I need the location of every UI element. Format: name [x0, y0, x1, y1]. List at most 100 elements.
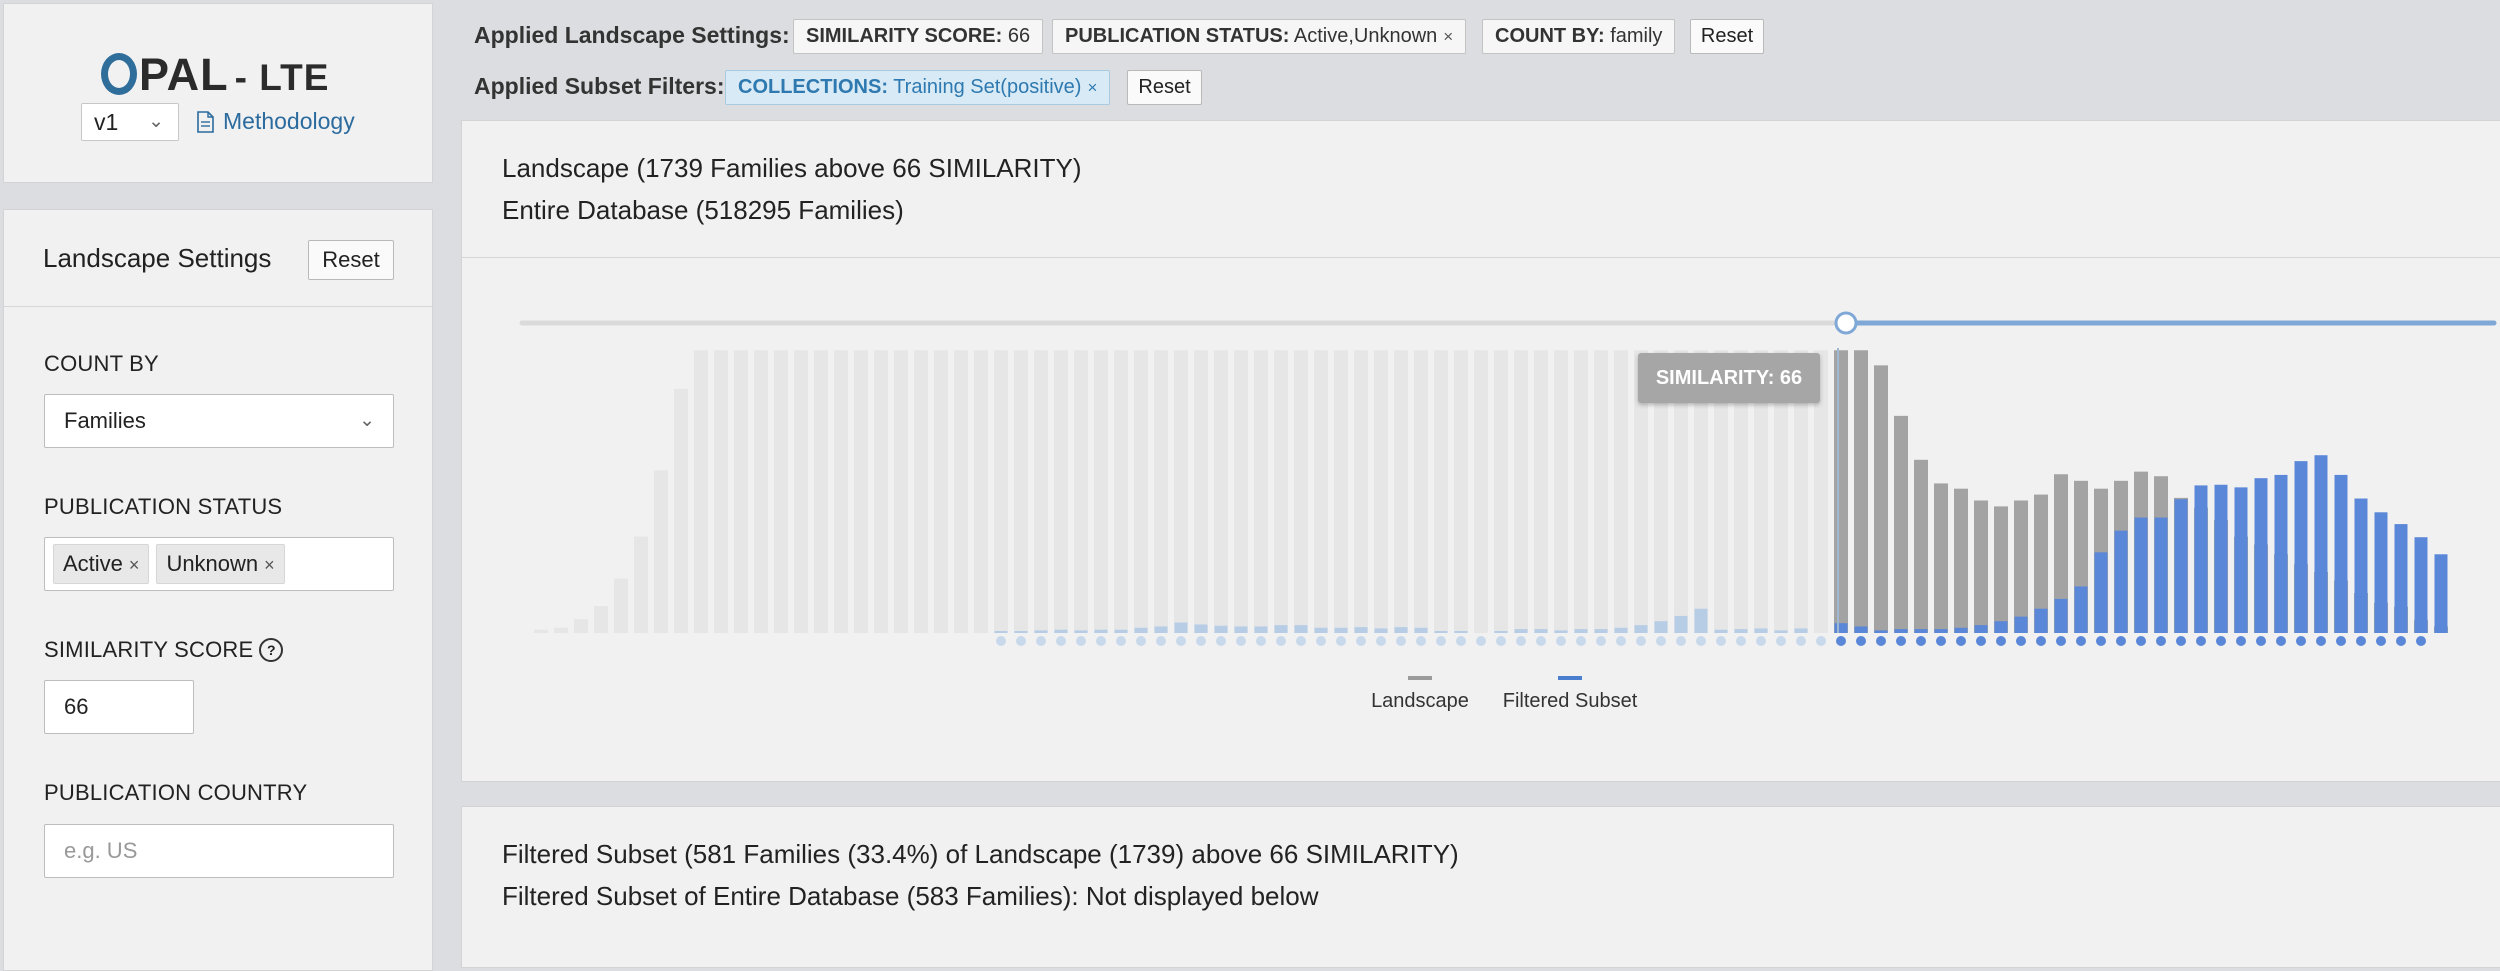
landscape-bar [1334, 350, 1348, 633]
subset-bar [2054, 598, 2068, 633]
subset-dot [1636, 636, 1646, 646]
subset-bar [2434, 554, 2448, 633]
subset-bar [1454, 631, 1468, 633]
subset-bar [1294, 625, 1308, 633]
subset-dot [1016, 636, 1026, 646]
subset-dot [1976, 636, 1986, 646]
subset-dot [2236, 636, 2246, 646]
landscape-bar [1234, 350, 1248, 633]
subset-bar [2094, 552, 2108, 633]
subset-bar [1194, 624, 1208, 633]
landscape-bar [1274, 350, 1288, 633]
subset-bar [1774, 630, 1788, 633]
subset-bar [1314, 627, 1328, 633]
subset-dot [1676, 636, 1686, 646]
subset-bar [1554, 630, 1568, 633]
subset-bar [1114, 629, 1128, 633]
landscape-bar [554, 627, 568, 633]
landscape-bar [2014, 500, 2028, 633]
subset-dot [2036, 636, 2046, 646]
landscape-bar [674, 388, 688, 633]
subset-dot [1596, 636, 1606, 646]
subset-bar [1994, 621, 2008, 633]
subset-bar [1394, 627, 1408, 633]
subset-dot [2076, 636, 2086, 646]
subset-bar [2294, 461, 2308, 633]
landscape-bar [1414, 350, 1428, 633]
landscape-bar [1114, 350, 1128, 633]
subset-bar [2394, 524, 2408, 633]
landscape-bar [1554, 350, 1568, 633]
legend-swatch [1558, 676, 1582, 680]
legend-swatch [1408, 676, 1432, 680]
subset-bar [1954, 627, 1968, 633]
landscape-bar [994, 350, 1008, 633]
subset-bar [1874, 630, 1888, 633]
subset-dot [2296, 636, 2306, 646]
similarity-histogram [519, 311, 2497, 646]
landscape-bar [694, 350, 708, 633]
landscape-bar [1974, 500, 1988, 633]
subset-dot [1076, 636, 1086, 646]
subset-dot [1696, 636, 1706, 646]
subset-dot [1896, 636, 1906, 646]
subset-bar [2174, 499, 2188, 633]
landscape-bar [1294, 350, 1308, 633]
subset-bar [1214, 625, 1228, 633]
subset-dot [2376, 636, 2386, 646]
subset-dot [1756, 636, 1766, 646]
subset-dot [1356, 636, 1366, 646]
subset-dot [2416, 636, 2426, 646]
landscape-bar [794, 350, 808, 633]
subset-dot [1376, 636, 1386, 646]
legend-item-filtered-subset[interactable]: Filtered Subset [1490, 676, 1650, 713]
subset-dot [2096, 636, 2106, 646]
landscape-bar [594, 606, 608, 633]
landscape-bar [1894, 415, 1908, 633]
subset-dot [2336, 636, 2346, 646]
subset-bar [1754, 628, 1768, 633]
legend-item-landscape[interactable]: Landscape [1370, 676, 1470, 713]
landscape-bar [534, 629, 548, 633]
subset-bar [1174, 622, 1188, 633]
subset-bar [2014, 616, 2028, 633]
subset-dot [1136, 636, 1146, 646]
landscape-bar [934, 350, 948, 633]
subset-bar [2254, 478, 2268, 633]
landscape-bar [1254, 350, 1268, 633]
landscape-bar [1314, 350, 1328, 633]
subset-bar [2134, 517, 2148, 633]
landscape-bar [974, 350, 988, 633]
subset-dot [2136, 636, 2146, 646]
subset-dot [2396, 636, 2406, 646]
landscape-bar [714, 350, 728, 633]
landscape-bar [1574, 350, 1588, 633]
landscape-bar [1354, 350, 1368, 633]
landscape-bar [914, 350, 928, 633]
subset-bar [1534, 629, 1548, 633]
landscape-bar [1934, 483, 1948, 633]
subset-dot [1156, 636, 1166, 646]
landscape-bar [1874, 365, 1888, 633]
landscape-bar [1854, 350, 1868, 633]
subset-bar [1134, 627, 1148, 633]
subset-dot [1516, 636, 1526, 646]
subset-bar [2034, 608, 2048, 633]
landscape-bar [1094, 350, 1108, 633]
subset-bar [1614, 627, 1628, 633]
landscape-bar [1074, 350, 1088, 633]
subset-bar [1714, 629, 1728, 633]
subset-bar [1334, 627, 1348, 633]
subset-bar [2154, 517, 2168, 633]
subset-bar [1854, 626, 1868, 633]
landscape-bar [854, 350, 868, 633]
subset-bar [1674, 615, 1688, 633]
landscape-bar [1954, 488, 1968, 633]
subset-dot [2176, 636, 2186, 646]
subset-dot [1956, 636, 1966, 646]
landscape-bar [1594, 350, 1608, 633]
subset-bar [1794, 628, 1808, 633]
subset-dot [1616, 636, 1626, 646]
landscape-bar [1214, 350, 1228, 633]
slider-handle [1834, 311, 1858, 335]
